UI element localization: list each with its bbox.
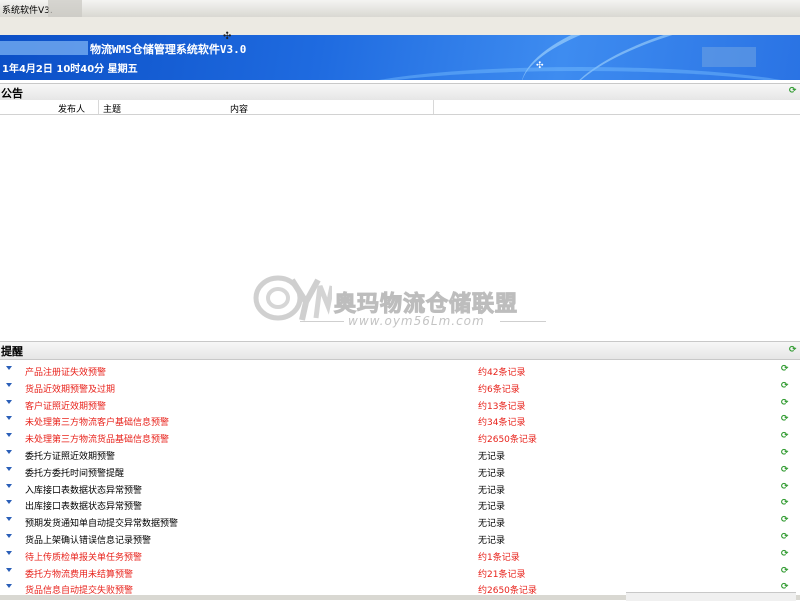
window-title-bar: 系统软件V3.	[0, 0, 800, 18]
reminder-row[interactable]: 产品注册证失效预警 约42条记录 ⟳	[0, 362, 800, 379]
reminder-count: 无记录	[478, 519, 506, 530]
reminder-count: 无记录	[478, 502, 506, 513]
column-header-publisher[interactable]: 发布人	[58, 102, 85, 115]
reminder-name[interactable]: 预期发货通知单自动提交异常数据预警	[25, 516, 178, 529]
dropdown-bullet-icon	[6, 567, 12, 572]
reminder-row[interactable]: 出库接口表数据状态异常预警 无记录 ⟳	[0, 496, 800, 513]
dropdown-bullet-icon	[6, 533, 12, 538]
reminder-name[interactable]: 货品上架确认错误信息记录预警	[25, 533, 151, 546]
reminder-name[interactable]: 客户证照近效期预警	[25, 399, 106, 412]
app-banner: 物流WMS仓储管理系统软件V3.0 1年4月2日 10时40分 星期五 ✣	[0, 35, 800, 80]
reminder-title: 提醒	[1, 345, 23, 358]
toolbar-strip	[0, 17, 800, 36]
refresh-icon[interactable]: ⟳	[781, 415, 790, 424]
watermark-line	[300, 321, 344, 322]
date-time-display: 1年4月2日 10时40分 星期五	[2, 64, 138, 75]
reminder-row[interactable]: 货品近效期预警及过期 约6条记录 ⟳	[0, 379, 800, 396]
reminder-name[interactable]: 入库接口表数据状态异常预警	[25, 483, 142, 496]
reminder-name[interactable]: 货品近效期预警及过期	[25, 382, 115, 395]
dropdown-bullet-icon	[6, 433, 12, 438]
dropdown-bullet-icon	[6, 466, 12, 471]
reminder-count: 约34条记录	[478, 418, 526, 429]
reminder-count: 约2650条记录	[478, 435, 537, 446]
reminder-row[interactable]: 待上传质检单报关单任务预警 约1条记录 ⟳	[0, 547, 800, 564]
reminder-row[interactable]: 未处理第三方物流货品基础信息预警 约2650条记录 ⟳	[0, 429, 800, 446]
refresh-icon[interactable]: ⟳	[781, 583, 790, 592]
app-name: 物流WMS仓储管理系统软件V3.0	[90, 43, 247, 56]
reminder-name[interactable]: 出库接口表数据状态异常预警	[25, 499, 142, 512]
reminder-name[interactable]: 委托方物流费用未结算预警	[25, 567, 133, 580]
reminder-name[interactable]: 产品注册证失效预警	[25, 365, 106, 378]
crosshair-cursor-icon: ✣	[223, 31, 232, 42]
refresh-icon[interactable]: ⟳	[781, 532, 790, 542]
refresh-icon[interactable]: ⟳	[781, 549, 790, 559]
reminder-name[interactable]: 待上传质检单报关单任务预警	[25, 550, 142, 563]
watermark-url: www.oym56Lm.com	[348, 314, 485, 328]
reminder-row[interactable]: 客户证照近效期预警 约13条记录 ⟳	[0, 396, 800, 413]
column-header-subject[interactable]: 主题	[103, 102, 121, 115]
refresh-icon[interactable]: ⟳	[781, 398, 790, 408]
reminder-name[interactable]: 未处理第三方物流客户基础信息预警	[25, 415, 169, 428]
reminder-row[interactable]: 委托方证照近效期预警 无记录 ⟳	[0, 446, 800, 463]
reminder-count: 无记录	[478, 468, 506, 479]
reminder-name[interactable]: 委托方委托时间预警提醒	[25, 466, 124, 479]
blurred-region	[48, 0, 82, 17]
reminder-name[interactable]: 未处理第三方物流货品基础信息预警	[25, 432, 169, 445]
dropdown-bullet-icon	[6, 416, 12, 421]
reminder-count: 约1条记录	[478, 552, 520, 563]
refresh-icon[interactable]: ⟳	[781, 465, 790, 475]
reminder-row[interactable]: 预期发货通知单自动提交异常数据预警 无记录 ⟳	[0, 513, 800, 530]
reminder-count: 无记录	[478, 451, 506, 462]
blurred-region	[702, 47, 756, 67]
reminder-row[interactable]: 货品上架确认错误信息记录预警 无记录 ⟳	[0, 530, 800, 547]
dropdown-bullet-icon	[6, 449, 12, 454]
reminder-count: 约42条记录	[478, 368, 526, 378]
reminder-count: 无记录	[478, 485, 506, 496]
reminder-header: 提醒 ⟳	[0, 341, 800, 360]
announcement-title: 公告	[1, 87, 23, 100]
refresh-icon[interactable]: ⟳	[781, 566, 790, 576]
reminder-row[interactable]: 委托方委托时间预警提醒 无记录 ⟳	[0, 463, 800, 480]
column-header-content[interactable]: 内容	[230, 102, 248, 115]
window-title: 系统软件V3.	[2, 6, 53, 16]
reminder-count: 无记录	[478, 535, 506, 546]
refresh-icon[interactable]: ⟳	[781, 482, 790, 492]
announcement-column-headers: 发布人 主题 内容	[0, 100, 800, 115]
reminder-row[interactable]: 委托方物流费用未结算预警 约21条记录 ⟳	[0, 564, 800, 581]
watermark-line	[500, 321, 546, 322]
reminder-count: 约13条记录	[478, 401, 526, 412]
reminder-count: 约21条记录	[478, 569, 526, 580]
announcement-header: 公告 ⟳	[0, 83, 800, 101]
refresh-icon[interactable]: ⟳	[781, 381, 790, 391]
reminder-count: 约6条记录	[478, 384, 520, 395]
sparkle-icon: ✣	[536, 61, 544, 71]
dropdown-bullet-icon	[6, 517, 12, 522]
dropdown-bullet-icon	[6, 366, 12, 370]
dropdown-bullet-icon	[6, 500, 12, 505]
refresh-icon[interactable]: ⟳	[781, 499, 790, 508]
reminder-list: 产品注册证失效预警 约42条记录 ⟳ 货品近效期预警及过期 约6条记录 ⟳ 客户证照近效期预…	[0, 362, 800, 597]
dropdown-bullet-icon	[6, 550, 12, 555]
column-divider	[433, 100, 434, 114]
refresh-icon[interactable]: ⟳	[781, 516, 790, 525]
watermark-logo	[253, 275, 332, 321]
dropdown-bullet-icon	[6, 584, 12, 589]
dropdown-bullet-icon	[6, 483, 12, 488]
refresh-icon[interactable]: ⟳	[789, 346, 798, 355]
blurred-company-name	[0, 41, 88, 55]
refresh-icon[interactable]: ⟳	[781, 365, 790, 374]
dropdown-bullet-icon	[6, 382, 12, 387]
refresh-icon[interactable]: ⟳	[781, 432, 790, 441]
refresh-icon[interactable]: ⟳	[781, 448, 790, 458]
refresh-icon[interactable]: ⟳	[789, 87, 798, 96]
reminder-row[interactable]: 入库接口表数据状态异常预警 无记录 ⟳	[0, 480, 800, 497]
reminder-row[interactable]: 未处理第三方物流客户基础信息预警 约34条记录 ⟳	[0, 412, 800, 429]
dropdown-bullet-icon	[6, 399, 12, 404]
reminder-name[interactable]: 委托方证照近效期预警	[25, 449, 115, 462]
column-divider	[98, 100, 99, 114]
